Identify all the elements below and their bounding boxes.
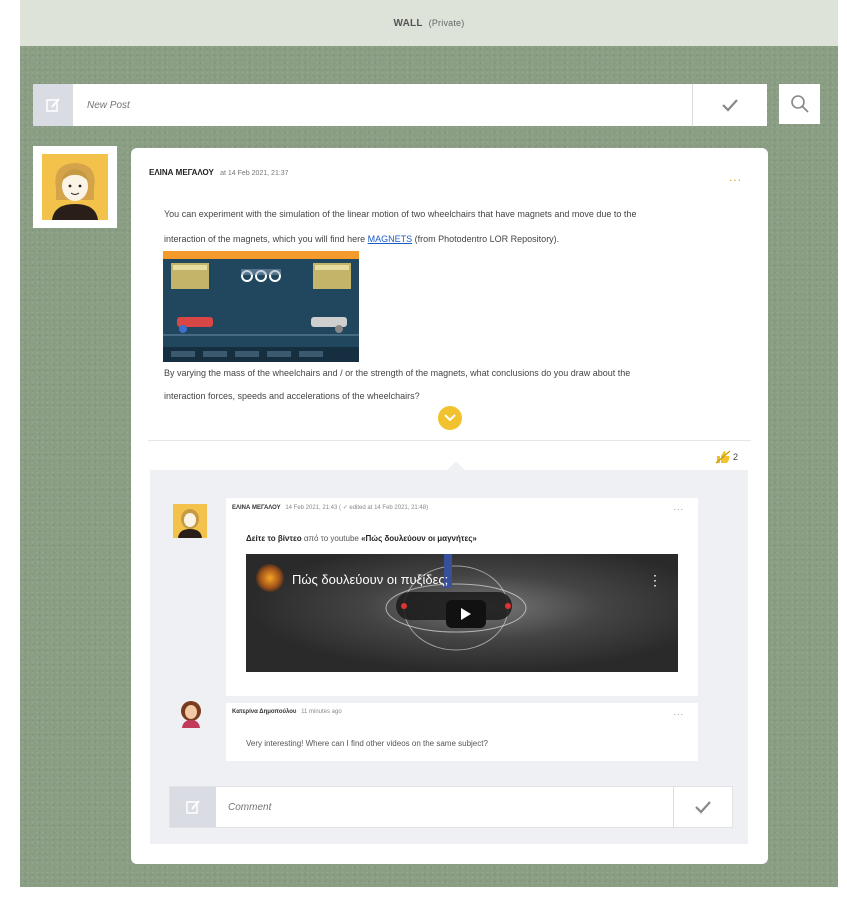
new-post-input[interactable] xyxy=(73,84,692,126)
play-button[interactable] xyxy=(446,600,486,628)
magnets-link[interactable]: MAGNETS xyxy=(368,234,413,244)
post-text-line: By varying the mass of the wheelchairs a… xyxy=(164,368,631,378)
check-icon xyxy=(722,99,738,112)
chevron-down-icon xyxy=(444,414,456,422)
comment-avatar-2[interactable] xyxy=(172,863,208,899)
comment-input[interactable] xyxy=(216,787,673,827)
comment-text-segment: από το youtube xyxy=(301,534,362,543)
comment-header: Κατερίνα Δημοπούλου 11 minutes ago xyxy=(232,709,342,715)
comment-author[interactable]: Κατερίνα Δημοπούλου xyxy=(232,709,296,715)
video-menu-icon[interactable]: ⋮ xyxy=(648,572,662,589)
comment-avatar[interactable] xyxy=(174,696,208,732)
comment-text-bold: Δείτε το βίντεο xyxy=(246,534,302,543)
youtube-video-embed[interactable]: Πώς δουλεύουν οι πυξίδες; ⋮ xyxy=(246,554,678,672)
comment-item: ΕΛΙΝΑ ΜΕΓΑΛΟΥ 14 Feb 2021, 21:43 ( ✓ edi… xyxy=(226,498,698,696)
comments-section: ΕΛΙΝΑ ΜΕΓΑΛΟΥ 14 Feb 2021, 21:43 ( ✓ edi… xyxy=(150,461,748,844)
comment-avatar[interactable] xyxy=(172,503,208,539)
simulation-image[interactable] xyxy=(163,251,359,362)
post-card: ΕΛΙΝΑ ΜΕΓΑΛΟΥ at 14 Feb 2021, 21:37 ... … xyxy=(131,148,768,864)
play-icon xyxy=(461,608,471,620)
post-text-line: interaction of the magnets, which you wi… xyxy=(164,233,754,246)
divider xyxy=(148,440,751,441)
author-avatar[interactable] xyxy=(33,146,117,228)
post-text-segment: interaction of the magnets, which you wi… xyxy=(164,234,368,244)
post-header: ΕΛΙΝΑ ΜΕΓΑΛΟΥ at 14 Feb 2021, 21:37 xyxy=(149,168,289,177)
comment-text: Very interesting! Where can I find other… xyxy=(246,739,488,748)
post-author-name[interactable]: ΕΛΙΝΑ ΜΕΓΑΛΟΥ xyxy=(149,168,214,177)
comments-notch xyxy=(447,461,465,479)
submit-comment-button[interactable] xyxy=(673,787,732,827)
edit-icon xyxy=(170,787,216,827)
new-post-bar xyxy=(33,84,767,126)
expand-post-button[interactable] xyxy=(438,406,462,430)
search-icon xyxy=(790,95,809,113)
thumbs-up-icon xyxy=(715,450,731,464)
comment-item: Κατερίνα Δημοπούλου 11 minutes ago ... V… xyxy=(226,703,698,761)
comment-author[interactable]: ΕΛΙΝΑ ΜΕΓΑΛΟΥ xyxy=(232,505,281,511)
comment-text: Δείτε το βίντεο από το youtube «Πώς δουλ… xyxy=(246,534,477,543)
comment-text-bold: «Πώς δουλεύουν οι μαγνήτες» xyxy=(361,534,477,543)
post-timestamp: at 14 Feb 2021, 21:37 xyxy=(220,170,289,177)
post-text-line: You can experiment with the simulation o… xyxy=(164,209,637,219)
comment-header: ΕΛΙΝΑ ΜΕΓΑΛΟΥ 14 Feb 2021, 21:43 ( ✓ edi… xyxy=(232,504,428,511)
check-icon xyxy=(695,801,711,814)
video-title[interactable]: Πώς δουλεύουν οι πυξίδες; xyxy=(292,572,448,587)
submit-post-button[interactable] xyxy=(692,84,767,126)
post-text-segment: (from Photodentro LOR Repository). xyxy=(412,234,560,244)
edit-icon xyxy=(33,84,73,126)
channel-logo[interactable] xyxy=(256,564,284,592)
like-button[interactable]: 2 xyxy=(715,450,738,464)
search-button[interactable] xyxy=(779,84,820,124)
post-text-line: interaction forces, speeds and accelerat… xyxy=(164,391,420,401)
comment-timestamp: 11 minutes ago xyxy=(301,709,342,715)
like-count: 2 xyxy=(732,452,738,462)
comment-more-button[interactable]: ... xyxy=(673,707,684,717)
comment-more-button[interactable]: ... xyxy=(673,502,684,512)
comment-timestamp: 14 Feb 2021, 21:43 ( ✓ edited at 14 Feb … xyxy=(285,505,429,511)
page-title: WALL xyxy=(393,17,423,29)
post-more-button[interactable]: ... xyxy=(729,170,742,184)
comment-input-bar xyxy=(169,786,733,828)
privacy-label: (Private) xyxy=(428,18,465,28)
wall-header: WALL (Private) xyxy=(20,0,838,46)
